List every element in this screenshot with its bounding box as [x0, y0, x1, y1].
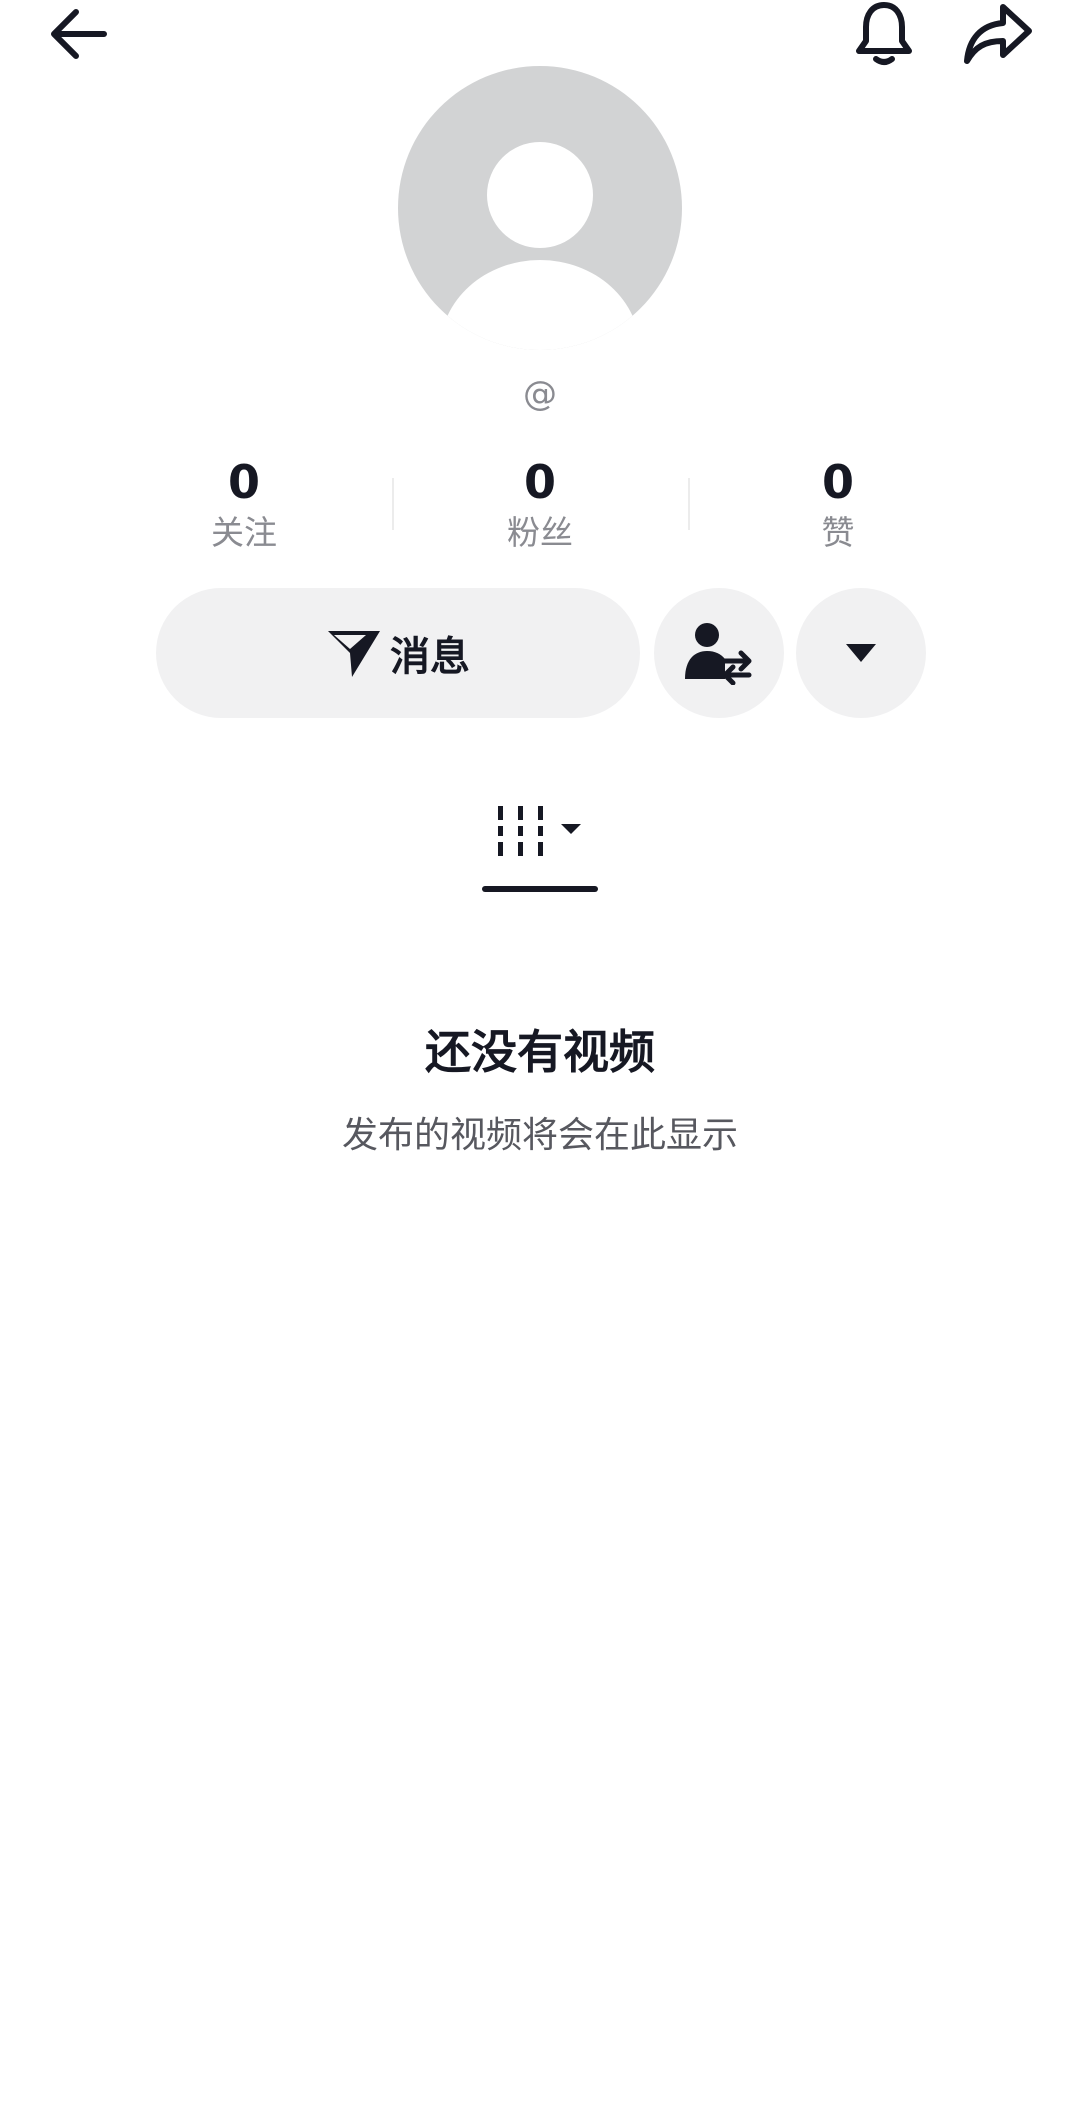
default-avatar-icon [487, 142, 593, 248]
caret-down-icon [846, 644, 876, 662]
stat-following-value: 0 [227, 455, 260, 509]
notifications-button[interactable] [846, 0, 922, 68]
more-options-button[interactable] [796, 588, 926, 718]
arrow-left-icon [51, 9, 107, 59]
stat-likes-value: 0 [821, 455, 854, 509]
stat-likes-label: 赞 [821, 513, 855, 552]
empty-state-title: 还没有视频 [425, 1025, 655, 1079]
stat-followers[interactable]: 0 粉丝 [420, 454, 660, 556]
avatar[interactable] [398, 66, 682, 350]
back-button[interactable] [40, 0, 116, 68]
stat-divider [688, 478, 690, 530]
bell-icon [856, 2, 912, 65]
paper-plane-icon [328, 631, 380, 677]
username-handle: @ [523, 374, 557, 414]
video-grid-icon [498, 806, 581, 856]
stat-followers-value: 0 [523, 455, 556, 509]
user-swap-icon [685, 623, 752, 685]
share-arrow-icon [964, 4, 1032, 64]
stat-following-label: 关注 [211, 513, 277, 552]
empty-state-subtitle: 发布的视频将会在此显示 [341, 1115, 738, 1156]
tab-videos[interactable] [482, 800, 598, 896]
tab-indicator [482, 886, 598, 892]
stat-likes[interactable]: 0 赞 [718, 454, 958, 556]
message-button-label: 消息 [390, 634, 470, 680]
message-button[interactable]: 消息 [156, 588, 640, 718]
stat-following[interactable]: 0 关注 [124, 454, 364, 556]
stat-followers-label: 粉丝 [507, 513, 573, 552]
follow-switch-button[interactable] [654, 588, 784, 718]
stat-divider [392, 478, 394, 530]
share-button[interactable] [958, 0, 1038, 68]
avatar-shoulders [440, 260, 640, 350]
